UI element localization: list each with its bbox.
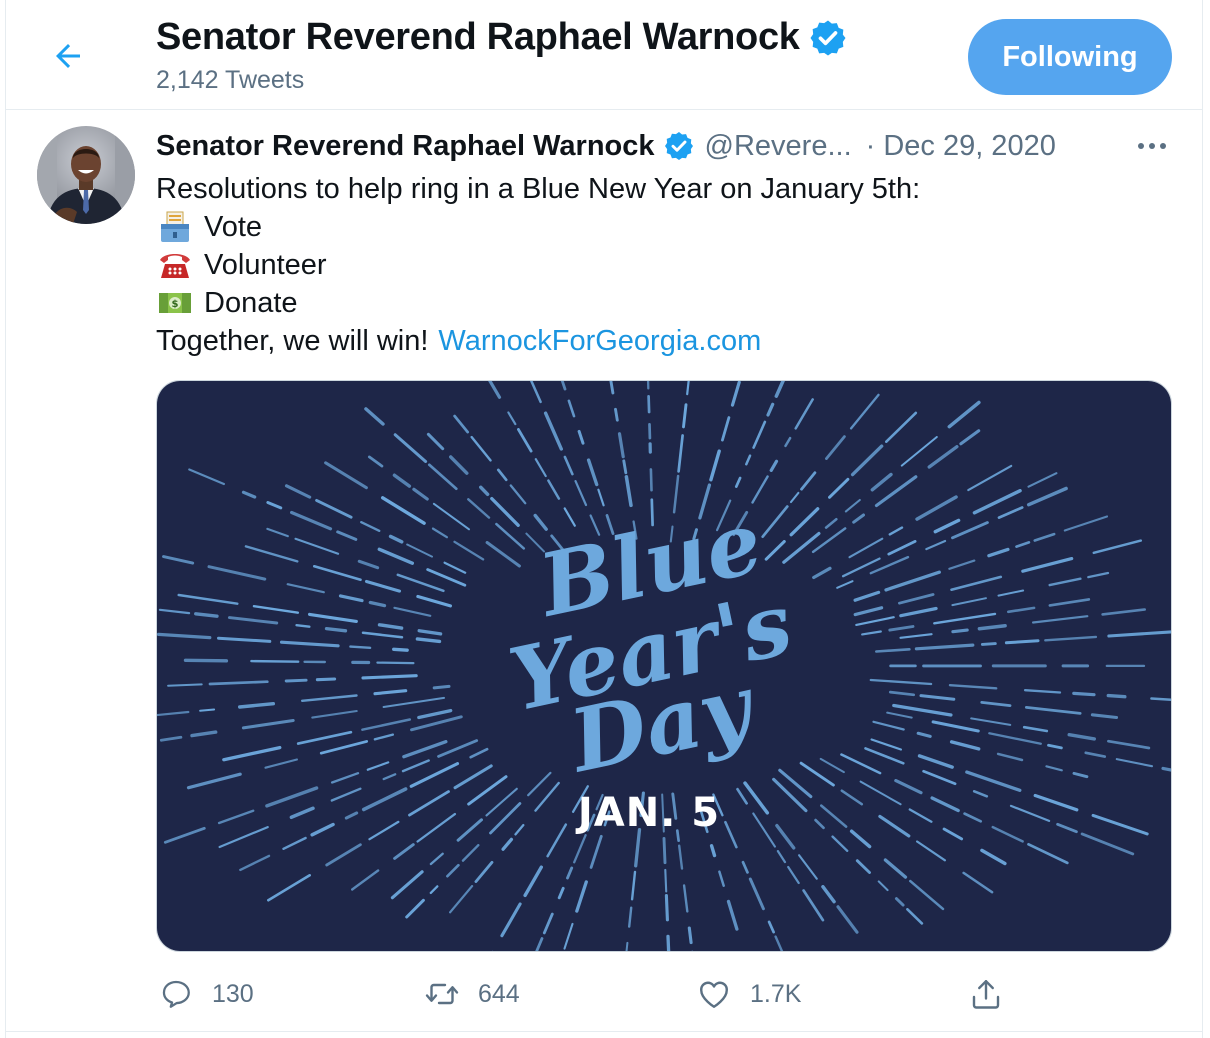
burst-ray-segment bbox=[1004, 639, 1040, 645]
author-name[interactable]: Senator Reverend Raphael Warnock bbox=[156, 130, 655, 163]
burst-ray-segment bbox=[687, 926, 693, 945]
media-graphic: Blue Year's Day JAN. 5 bbox=[157, 381, 1171, 951]
like-count: 1.7K bbox=[750, 979, 802, 1008]
telephone-icon bbox=[156, 246, 194, 284]
burst-ray-segment bbox=[199, 708, 216, 712]
tweet[interactable]: Senator Reverend Raphael Warnock @Revere… bbox=[6, 110, 1202, 1032]
burst-ray-segment bbox=[432, 684, 451, 690]
retweet-icon bbox=[422, 974, 462, 1014]
burst-ray-segment bbox=[315, 677, 337, 682]
back-arrow-icon bbox=[56, 44, 80, 68]
tweet-image[interactable]: Blue Year's Day JAN. 5 bbox=[156, 380, 1172, 952]
svg-text:$: $ bbox=[172, 299, 179, 310]
website-link[interactable]: WarnockForGeorgia.com bbox=[438, 322, 761, 360]
more-options-button[interactable] bbox=[1132, 128, 1172, 164]
burst-ray-segment bbox=[324, 626, 348, 633]
author-handle[interactable]: @Revere... bbox=[705, 130, 852, 163]
burst-ray-segment bbox=[250, 659, 300, 663]
tweet-text: Resolutions to help ring in a Blue New Y… bbox=[156, 170, 920, 360]
burst-ray-segment bbox=[662, 837, 667, 865]
share-icon bbox=[966, 974, 1006, 1014]
tweet-date[interactable]: Dec 29, 2020 bbox=[883, 130, 1056, 163]
ballot-box-icon bbox=[156, 208, 194, 246]
list-item-label: Vote bbox=[204, 211, 263, 243]
profile-header: Senator Reverend Raphael Warnock 2,142 T… bbox=[6, 0, 1202, 110]
burst-ray-segment bbox=[1072, 691, 1096, 697]
list-item: Vote bbox=[156, 208, 920, 246]
tweet-closing-line: Together, we will win! WarnockForGeorgia… bbox=[156, 322, 920, 360]
burst-ray-segment bbox=[183, 658, 229, 663]
burst-ray-segment bbox=[376, 661, 415, 665]
media-date: JAN. 5 bbox=[575, 790, 720, 836]
verified-badge-icon bbox=[810, 20, 846, 55]
tweet-intro: Resolutions to help ring in a Blue New Y… bbox=[156, 173, 921, 205]
dollar-banknote-icon: $ bbox=[156, 284, 194, 322]
burst-ray-segment bbox=[167, 683, 203, 687]
timeline-column: Senator Reverend Raphael Warnock 2,142 T… bbox=[5, 0, 1203, 1038]
list-item: Volunteer bbox=[156, 246, 920, 284]
following-button[interactable]: Following bbox=[968, 19, 1172, 95]
profile-title: Senator Reverend Raphael Warnock bbox=[156, 16, 848, 59]
heart-icon bbox=[694, 974, 734, 1014]
reply-count: 130 bbox=[212, 979, 254, 1008]
burst-ray-segment bbox=[349, 645, 372, 649]
retweet-count: 644 bbox=[478, 979, 520, 1008]
burst-ray-segment bbox=[614, 407, 619, 422]
avatar[interactable] bbox=[37, 126, 135, 224]
tweet-actions: 130 644 1.7K bbox=[156, 970, 1036, 1018]
burst-ray-segment bbox=[666, 934, 671, 951]
burst-ray-segment bbox=[647, 394, 651, 414]
list-item-label: Volunteer bbox=[204, 249, 327, 281]
verified-badge-icon bbox=[664, 132, 693, 160]
burst-ray-segment bbox=[664, 868, 668, 893]
tweet-header: Senator Reverend Raphael Warnock @Revere… bbox=[156, 126, 1056, 166]
share-button[interactable] bbox=[966, 970, 1022, 1018]
burst-ray-segment bbox=[361, 674, 418, 680]
burst-ray-segment bbox=[951, 628, 969, 634]
reply-icon bbox=[156, 974, 196, 1014]
tweet-closing: Together, we will win! bbox=[156, 325, 429, 357]
reply-button[interactable]: 130 bbox=[156, 970, 254, 1018]
burst-ray-segment bbox=[649, 468, 653, 492]
tweet-count: 2,142 Tweets bbox=[156, 66, 305, 94]
burst-ray-segment bbox=[664, 894, 669, 922]
list-item-label: Donate bbox=[204, 287, 298, 319]
burst-ray-segment bbox=[980, 642, 997, 646]
burst-ray-segment bbox=[284, 678, 308, 683]
burst-ray-segment bbox=[295, 624, 311, 628]
separator-dot: · bbox=[865, 129, 876, 162]
like-button[interactable]: 1.7K bbox=[694, 970, 801, 1018]
list-item: $ Donate bbox=[156, 284, 920, 322]
burst-ray-segment bbox=[1106, 693, 1127, 699]
tweet-intro-line: Resolutions to help ring in a Blue New Y… bbox=[156, 170, 920, 208]
profile-name: Senator Reverend Raphael Warnock bbox=[156, 16, 800, 58]
more-dots-icon bbox=[1138, 143, 1166, 149]
burst-ray-segment bbox=[646, 381, 650, 390]
avatar-image bbox=[37, 126, 135, 224]
burst-ray-segment bbox=[392, 647, 409, 652]
burst-ray-segment bbox=[622, 459, 628, 475]
retweet-button[interactable]: 644 bbox=[422, 970, 520, 1018]
back-button[interactable] bbox=[46, 34, 90, 78]
